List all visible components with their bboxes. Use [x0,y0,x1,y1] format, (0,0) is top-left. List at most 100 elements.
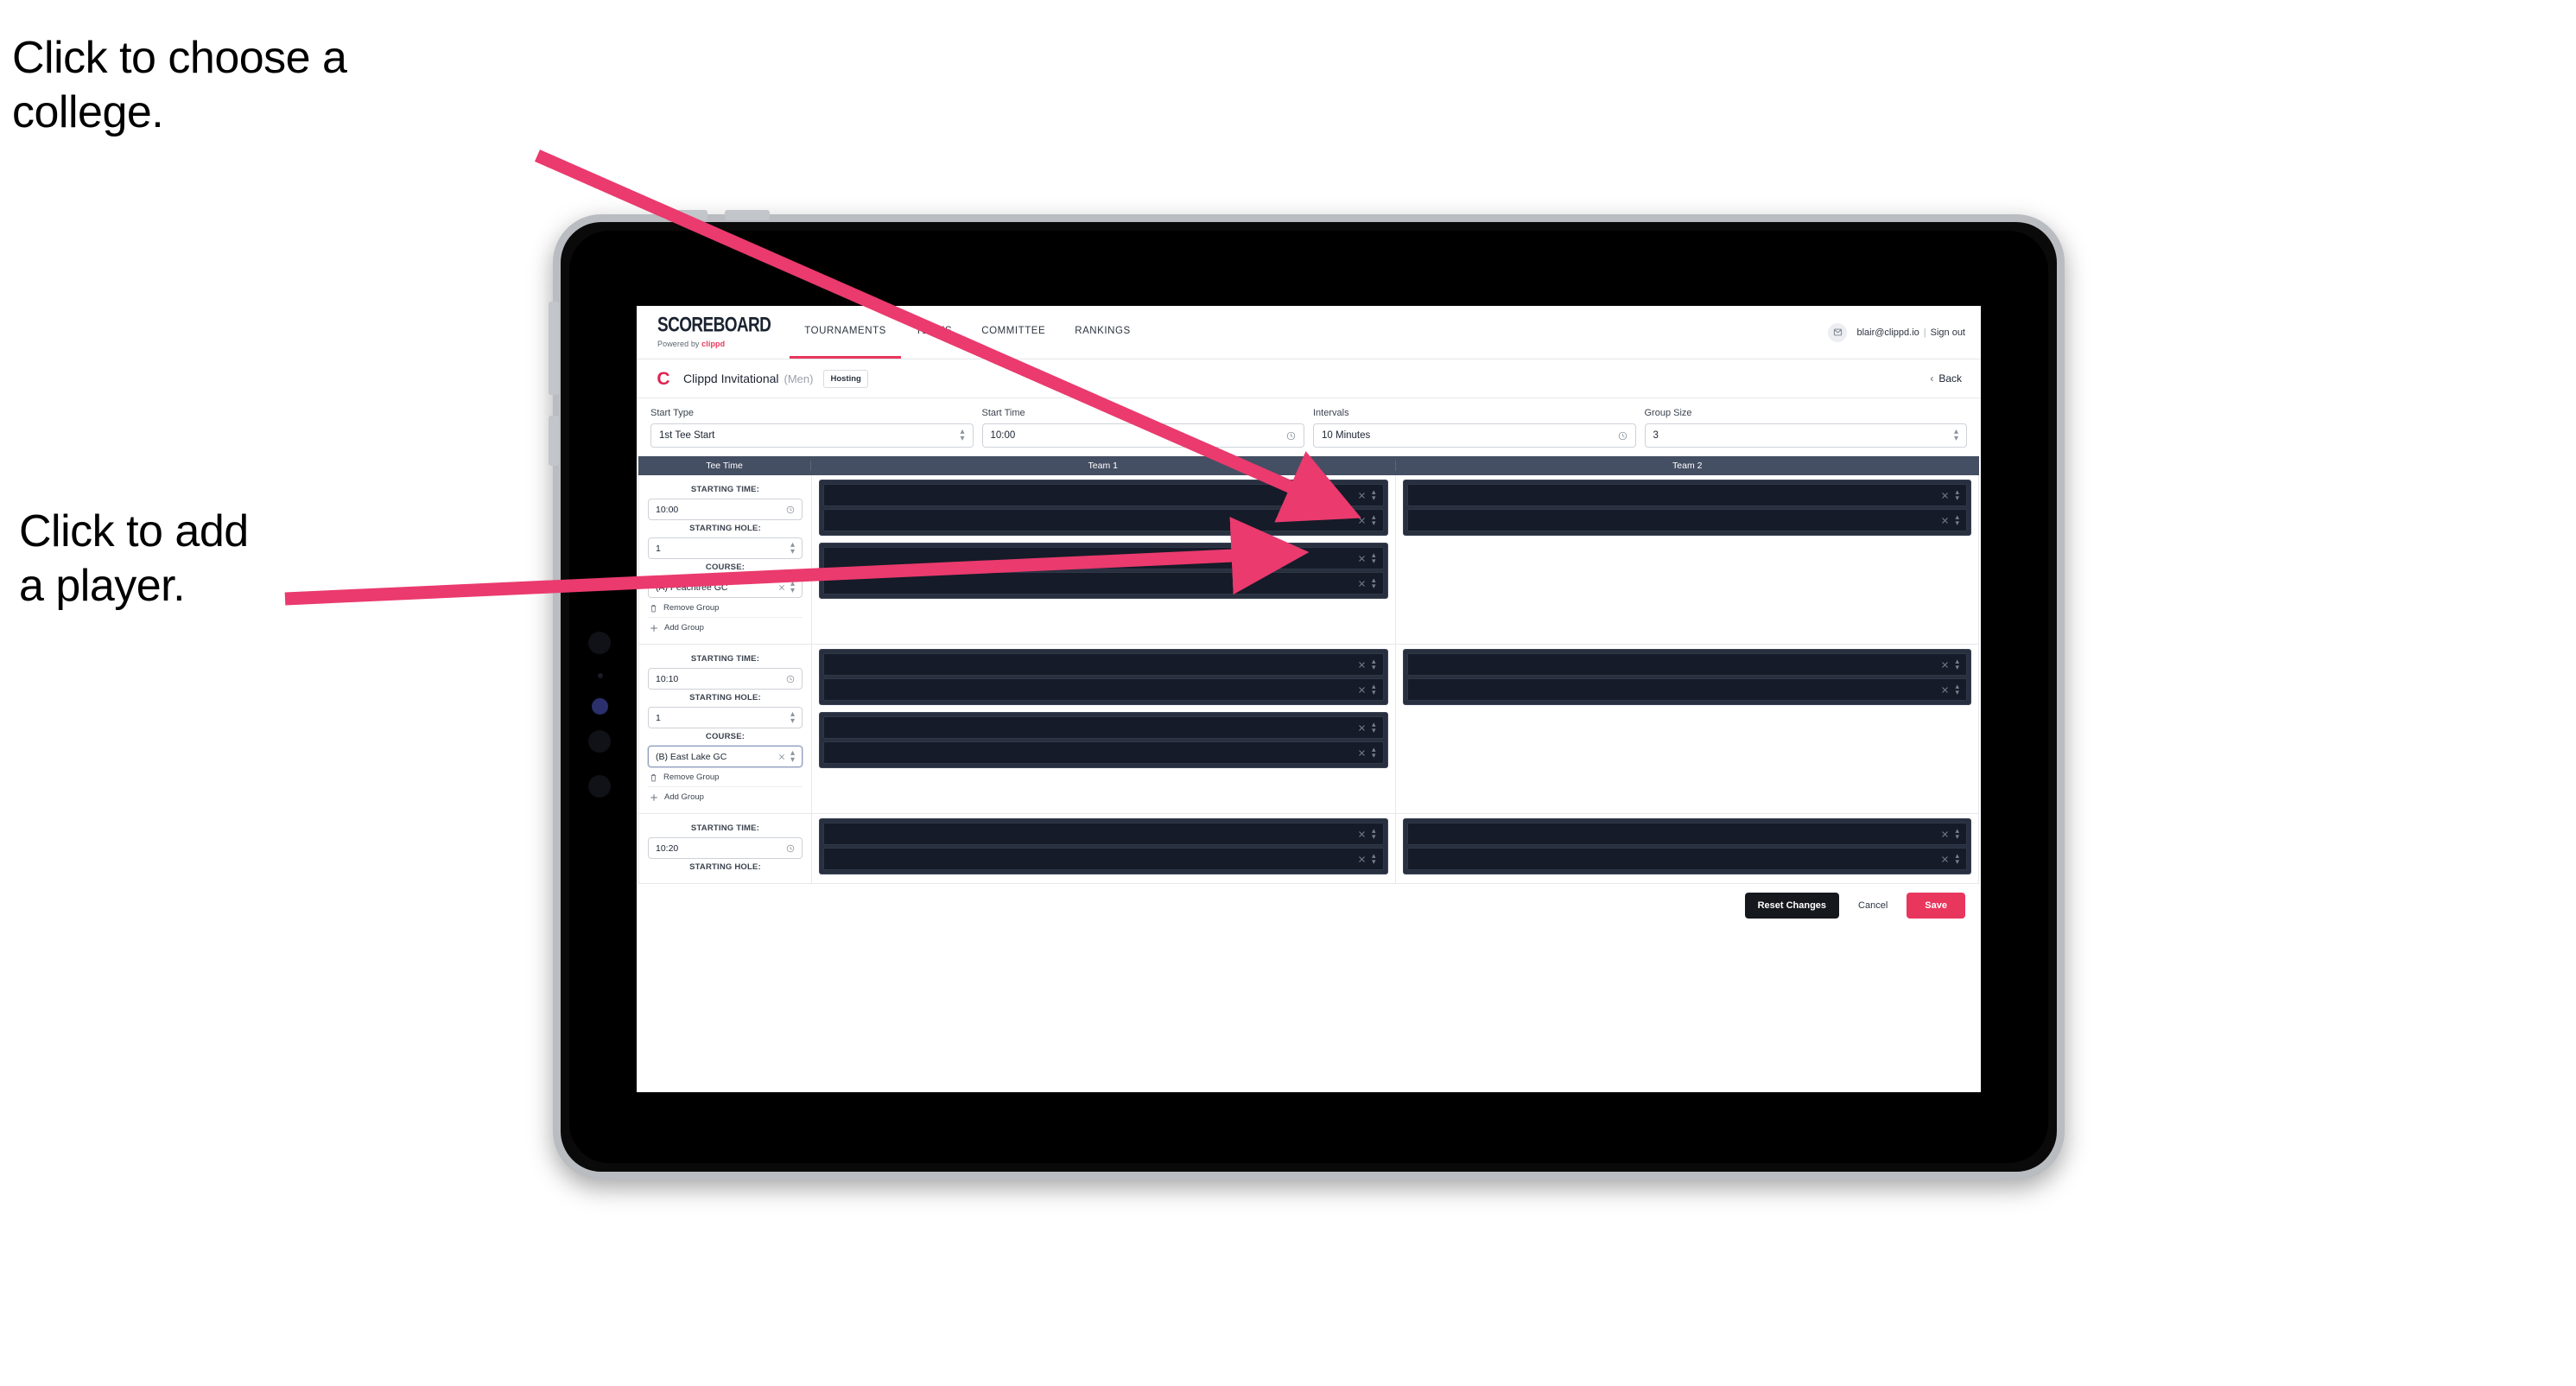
user-avatar-icon[interactable] [1828,322,1848,342]
close-x-icon[interactable] [1941,855,1949,863]
player-slot-row[interactable]: ▴ ▾ [823,848,1384,870]
starting-time-input[interactable]: 10:10 [648,668,803,690]
close-x-icon[interactable] [1358,830,1366,838]
starting-hole-select[interactable]: 1 ▴ ▾ [648,707,803,728]
player-name-field[interactable] [833,717,1350,738]
close-x-icon[interactable] [1941,517,1949,525]
player-slot-row[interactable]: ▴ ▾ [823,741,1384,764]
player-slot-row[interactable]: ▴ ▾ [1406,678,1967,701]
player-name-field[interactable] [833,742,1350,763]
updown-chevron-icon[interactable]: ▴ ▾ [1955,657,1959,671]
player-slot-row[interactable]: ▴ ▾ [1406,484,1967,506]
tablet-volume-up-button[interactable] [663,210,707,220]
save-button[interactable]: Save [1907,893,1965,919]
player-slot-row[interactable]: ▴ ▾ [1406,509,1967,531]
close-x-icon[interactable] [1358,749,1366,757]
player-slot-row[interactable]: ▴ ▾ [1406,823,1967,845]
add-group-button[interactable]: Add Group [648,618,803,637]
close-x-icon[interactable] [1358,855,1366,863]
tablet-side-button[interactable] [549,416,559,466]
player-slot-row[interactable]: ▴ ▾ [823,823,1384,845]
updown-chevron-icon[interactable]: ▴ ▾ [1372,512,1376,526]
close-x-icon[interactable] [1358,580,1366,588]
team-group-block[interactable]: ▴ ▾ ▴ ▾ [819,712,1388,768]
back-button[interactable]: ‹ Back [1930,372,1965,385]
updown-chevron-icon[interactable]: ▴ ▾ [1372,851,1376,865]
course-select[interactable]: (B) East Lake GC ▴ ▾ [648,746,803,767]
player-slot-row[interactable]: ▴ ▾ [1406,653,1967,676]
team-group-block[interactable]: ▴ ▾ ▴ ▾ [1402,480,1971,536]
close-x-icon[interactable] [1358,492,1366,499]
sign-out-link[interactable]: Sign out [1931,327,1965,338]
team-group-block[interactable]: ▴ ▾ ▴ ▾ [819,818,1388,874]
player-name-field[interactable] [833,548,1350,569]
close-x-icon[interactable] [1358,517,1366,525]
group-size-select[interactable]: 3 ▴ ▾ [1644,423,1967,448]
intervals-input[interactable]: 10 Minutes [1313,423,1636,448]
player-slot-row[interactable]: ▴ ▾ [823,509,1384,531]
tablet-power-button[interactable] [549,302,559,395]
starting-hole-select[interactable]: 1 ▴ ▾ [648,537,803,559]
updown-chevron-icon[interactable]: ▴ ▾ [1372,550,1376,564]
player-slot-row[interactable]: ▴ ▾ [823,653,1384,676]
player-name-field[interactable] [833,654,1350,675]
player-name-field[interactable] [833,679,1350,700]
close-x-icon[interactable] [1358,661,1366,669]
nav-tab-rankings[interactable]: RANKINGS [1060,306,1145,359]
player-slot-row[interactable]: ▴ ▾ [823,678,1384,701]
brand-logo[interactable]: SCOREBOARD Powered by clippd [637,306,790,359]
player-name-field[interactable] [1417,510,1934,531]
player-slot-row[interactable]: ▴ ▾ [823,716,1384,739]
start-time-input[interactable]: 10:00 [981,423,1304,448]
player-name-field[interactable] [1417,823,1934,844]
player-name-field[interactable] [833,573,1350,594]
player-name-field[interactable] [1417,849,1934,869]
player-name-field[interactable] [833,485,1350,505]
tablet-volume-down-button[interactable] [725,210,770,220]
updown-chevron-icon[interactable]: ▴ ▾ [1372,575,1376,589]
remove-group-button[interactable]: Remove Group [648,767,803,787]
course-select[interactable]: (A) Peachtree GC ▴ ▾ [648,576,803,598]
starting-time-input[interactable]: 10:20 [648,837,803,859]
updown-chevron-icon[interactable]: ▴ ▾ [1372,720,1376,734]
close-x-icon[interactable] [778,584,785,591]
updown-chevron-icon[interactable]: ▴ ▾ [1955,826,1959,840]
updown-chevron-icon[interactable]: ▴ ▾ [1955,851,1959,865]
player-name-field[interactable] [833,849,1350,869]
updown-chevron-icon[interactable]: ▴ ▾ [1372,745,1376,759]
start-type-select[interactable]: 1st Tee Start ▴ ▾ [650,423,974,448]
reset-changes-button[interactable]: Reset Changes [1744,893,1840,919]
close-x-icon[interactable] [1358,724,1366,732]
updown-chevron-icon[interactable]: ▴ ▾ [1955,487,1959,501]
team-group-block[interactable]: ▴ ▾ ▴ ▾ [819,649,1388,705]
nav-tab-committee[interactable]: COMMITTEE [967,306,1060,359]
player-name-field[interactable] [1417,679,1934,700]
player-slot-row[interactable]: ▴ ▾ [823,484,1384,506]
cancel-button[interactable]: Cancel [1853,893,1893,919]
updown-chevron-icon[interactable]: ▴ ▾ [1372,657,1376,671]
remove-group-button[interactable]: Remove Group [648,598,803,618]
updown-chevron-icon[interactable]: ▴ ▾ [1372,682,1376,696]
close-x-icon[interactable] [1941,830,1949,838]
player-slot-row[interactable]: ▴ ▾ [823,572,1384,594]
player-name-field[interactable] [833,823,1350,844]
close-x-icon[interactable] [1941,492,1949,499]
player-name-field[interactable] [1417,485,1934,505]
close-x-icon[interactable] [1358,686,1366,694]
close-x-icon[interactable] [1941,661,1949,669]
updown-chevron-icon[interactable]: ▴ ▾ [1372,487,1376,501]
nav-tab-tournaments[interactable]: TOURNAMENTS [790,306,901,359]
player-name-field[interactable] [833,510,1350,531]
starting-time-input[interactable]: 10:00 [648,499,803,520]
team-group-block[interactable]: ▴ ▾ ▴ ▾ [819,543,1388,599]
player-slot-row[interactable]: ▴ ▾ [1406,848,1967,870]
team-group-block[interactable]: ▴ ▾ ▴ ▾ [1402,649,1971,705]
player-name-field[interactable] [1417,654,1934,675]
close-x-icon[interactable] [778,753,785,760]
nav-tab-teams[interactable]: TEAMS [901,306,967,359]
updown-chevron-icon[interactable]: ▴ ▾ [1372,826,1376,840]
updown-chevron-icon[interactable]: ▴ ▾ [1955,512,1959,526]
close-x-icon[interactable] [1358,555,1366,563]
team-group-block[interactable]: ▴ ▾ ▴ ▾ [1402,818,1971,874]
updown-chevron-icon[interactable]: ▴ ▾ [1955,682,1959,696]
